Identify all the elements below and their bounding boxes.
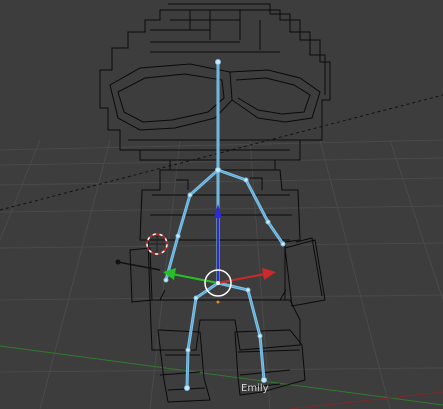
pivot-point-icon [216,281,220,285]
viewport-background [0,0,443,409]
view-axis-tip [115,259,121,265]
object-name-label: Emily [241,383,269,394]
viewport-canvas[interactable] [0,0,443,409]
object-origin-dot [216,300,220,304]
3d-cursor-icon[interactable] [146,233,168,255]
3d-viewport[interactable]: Emily [0,0,443,409]
